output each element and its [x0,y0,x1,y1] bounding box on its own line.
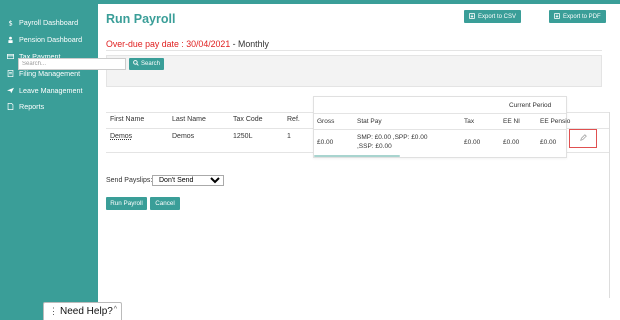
column-header-ee-ni: EE NI [503,118,520,125]
pay-frequency: - Monthly [230,39,269,49]
stat-pay-value-ssp: ,SSP: £0.00 [357,143,392,150]
money-icon: $ [7,19,14,26]
export-icon [469,12,475,21]
export-csv-button[interactable]: Export to CSV [464,10,522,23]
sidebar-item-label: Payroll Dashboard [19,17,79,27]
horizontal-scrollbar[interactable] [314,155,400,157]
send-payslips-label: Send Payslips: [106,177,153,184]
search-panel [106,55,602,87]
stat-pay-value: SMP: £0.00 ,SPP: £0.00 [357,134,428,141]
current-period-panel: Current Period Gross Stat Pay Tax EE NI … [313,96,571,158]
sidebar-item-payroll-dashboard[interactable]: $ Payroll Dashboard [7,16,78,28]
main-content: Run Payroll Export to CSV Export to PDF … [98,4,620,320]
need-help-label: Need Help? [60,306,113,317]
overdue-pay-date: Over-due pay date : 30/04/2021 - Monthly [106,39,269,49]
search-input[interactable] [18,58,126,70]
row-divider [314,129,566,130]
document-icon [7,69,14,77]
sidebar-item-label: Leave Management [19,85,83,95]
chevron-up-icon[interactable]: ^ [114,306,117,313]
sidebar-item-leave-management[interactable]: Leave Management [7,84,83,96]
sidebar-item-reports[interactable]: Reports [7,100,44,112]
column-header-first-name: First Name [110,116,145,123]
row-divider [314,113,566,114]
ee-ni-value: £0.00 [503,139,520,146]
tax-value: £0.00 [464,139,481,146]
page-icon [7,102,14,110]
current-period-title: Current Period [509,102,552,109]
column-header-ee-pension: EE Pensio [540,118,571,125]
sidebar-item-label: Pension Dashboard [19,34,83,44]
pension-icon [7,36,14,43]
column-header-tax: Tax [464,118,475,125]
page-title: Run Payroll [106,12,176,26]
export-pdf-button[interactable]: Export to PDF [549,10,606,23]
column-header-ref: Ref. [287,116,300,123]
search-button[interactable]: Search [129,58,165,70]
plane-icon [7,87,14,94]
ee-pension-value: £0.00 [540,139,557,146]
employee-ref: 1 [287,133,291,140]
overdue-label: Over-due pay date : 30/04/2021 [106,39,231,49]
need-help-widget[interactable]: ⋮ Need Help? ^ [43,302,122,320]
card-icon [7,53,14,60]
svg-text:$: $ [8,19,12,26]
column-header-last-name: Last Name [172,116,206,123]
column-header-stat-pay: Stat Pay [357,118,382,125]
drag-handle-icon: ⋮ [49,306,58,316]
send-payslips-select[interactable]: Don't Send [152,175,224,186]
cancel-button[interactable]: Cancel [150,197,180,210]
export-pdf-label: Export to PDF [563,13,601,20]
gross-value: £0.00 [317,139,334,146]
employee-first-name-link[interactable]: Demos [110,133,132,140]
employee-last-name: Demos [172,133,195,140]
column-header-tax-code: Tax Code [233,116,263,123]
run-payroll-button[interactable]: Run Payroll [106,197,147,210]
export-icon [554,12,560,21]
export-csv-label: Export to CSV [478,13,517,20]
edit-employee-button[interactable] [569,129,597,148]
sidebar: $ Payroll Dashboard Pension Dashboard Ta… [0,4,98,320]
divider [106,50,602,51]
sidebar-item-label: Reports [19,101,45,111]
panel-border [609,112,610,298]
pencil-icon [579,134,587,143]
sidebar-item-pension-dashboard[interactable]: Pension Dashboard [7,33,82,45]
employee-tax-code: 1250L [233,133,253,140]
search-button-label: Search [141,61,161,67]
search-icon [133,60,139,68]
column-header-gross: Gross [317,118,335,125]
